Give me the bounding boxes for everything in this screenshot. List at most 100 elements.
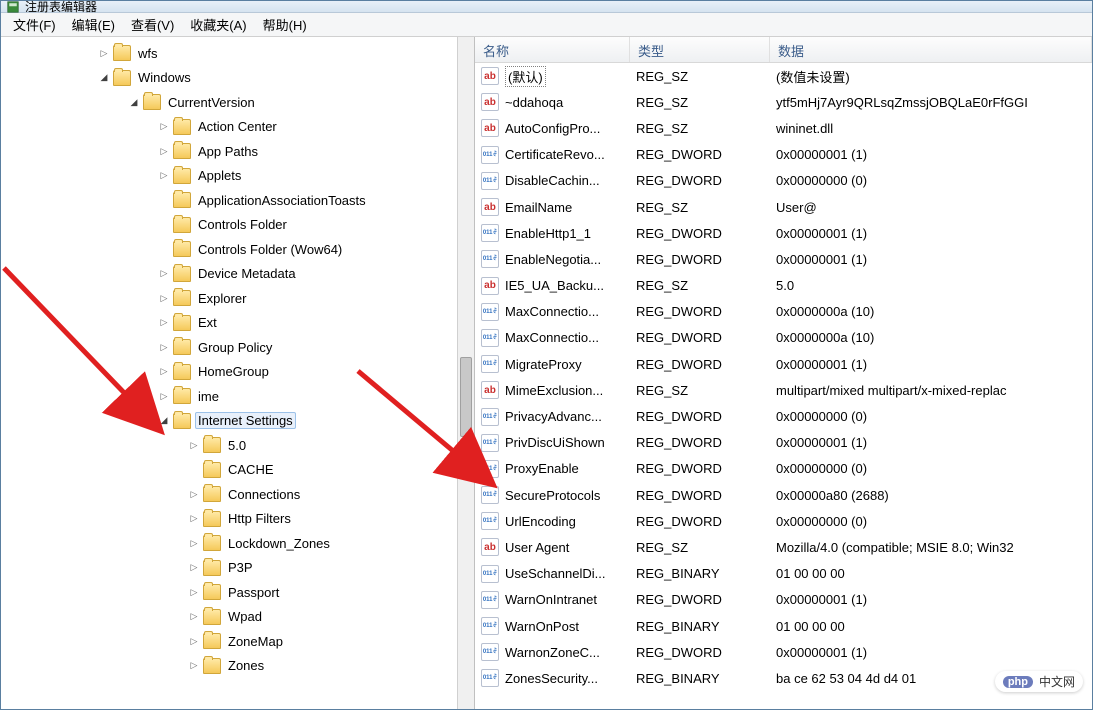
tree-item[interactable]: ◢Internet Settings	[7, 409, 474, 434]
list-row[interactable]: ~ddahoqaREG_SZytf5mHj7Ayr9QRLsqZmssjOBQL…	[475, 89, 1092, 115]
registry-editor-window: 注册表编辑器 文件(F) 编辑(E) 查看(V) 收藏夹(A) 帮助(H) ▷w…	[0, 0, 1093, 710]
tree-item[interactable]: ▷Connections	[7, 482, 474, 507]
collapse-icon[interactable]: ◢	[127, 95, 141, 109]
expand-icon[interactable]: ▷	[157, 267, 171, 281]
folder-icon	[203, 584, 221, 600]
reg-binary-icon	[481, 329, 499, 347]
list-row[interactable]: User AgentREG_SZMozilla/4.0 (compatible;…	[475, 534, 1092, 560]
tree-item[interactable]: ▷ZoneMap	[7, 629, 474, 654]
expand-icon[interactable]: ▷	[157, 316, 171, 330]
tree-item[interactable]: ▷HomeGroup	[7, 360, 474, 385]
list-row[interactable]: MimeExclusion...REG_SZmultipart/mixed mu…	[475, 377, 1092, 403]
folder-icon	[173, 119, 191, 135]
expand-icon[interactable]: ▷	[157, 340, 171, 354]
tree-item[interactable]: ▷Http Filters	[7, 507, 474, 532]
expand-icon[interactable]: ▷	[157, 291, 171, 305]
value-data: wininet.dll	[770, 115, 1092, 141]
folder-icon	[173, 192, 191, 208]
tree-item[interactable]: ▷Action Center	[7, 115, 474, 140]
list-row[interactable]: MigrateProxyREG_DWORD0x00000001 (1)	[475, 351, 1092, 377]
tree-item[interactable]: ▷Passport	[7, 580, 474, 605]
list-row[interactable]: CertificateRevo...REG_DWORD0x00000001 (1…	[475, 142, 1092, 168]
reg-string-icon	[481, 381, 499, 399]
tree-item[interactable]: ◢CurrentVersion	[7, 90, 474, 115]
tree-item[interactable]: ▷ime	[7, 384, 474, 409]
tree-item[interactable]: ▷Lockdown_Zones	[7, 531, 474, 556]
expand-icon[interactable]: ▷	[157, 169, 171, 183]
tree-item[interactable]: ▷Explorer	[7, 286, 474, 311]
list-row[interactable]: WarnonZoneC...REG_DWORD0x00000001 (1)	[475, 639, 1092, 665]
value-data: 0x00000001 (1)	[770, 430, 1092, 456]
reg-binary-icon	[481, 460, 499, 478]
expand-icon[interactable]: ▷	[157, 120, 171, 134]
list-row[interactable]: UseSchannelDi...REG_BINARY01 00 00 00	[475, 561, 1092, 587]
menu-edit[interactable]: 编辑(E)	[64, 13, 123, 36]
tree-item[interactable]: Controls Folder	[7, 213, 474, 238]
list-row[interactable]: AutoConfigPro...REG_SZwininet.dll	[475, 115, 1092, 141]
value-name: EnableHttp1_1	[505, 226, 591, 241]
list-row[interactable]: WarnOnIntranetREG_DWORD0x00000001 (1)	[475, 587, 1092, 613]
expand-icon[interactable]: ▷	[187, 536, 201, 550]
list-row[interactable]: UrlEncodingREG_DWORD0x00000000 (0)	[475, 508, 1092, 534]
tree-item[interactable]: ▷5.0	[7, 433, 474, 458]
list-row[interactable]: MaxConnectio...REG_DWORD0x0000000a (10)	[475, 325, 1092, 351]
collapse-icon[interactable]: ◢	[97, 71, 111, 85]
tree-item[interactable]: ▷Device Metadata	[7, 262, 474, 287]
expand-icon[interactable]: ▷	[187, 659, 201, 673]
tree-item[interactable]: CACHE	[7, 458, 474, 483]
expand-icon[interactable]: ▷	[187, 561, 201, 575]
tree-scrollbar[interactable]	[457, 37, 474, 709]
tree-item[interactable]: ▷App Paths	[7, 139, 474, 164]
tree-item[interactable]: ◢Windows	[7, 66, 474, 91]
tree-item[interactable]: ▷P3P	[7, 556, 474, 581]
list-row[interactable]: EnableNegotia...REG_DWORD0x00000001 (1)	[475, 246, 1092, 272]
titlebar[interactable]: 注册表编辑器	[1, 1, 1092, 13]
expand-icon[interactable]: ▷	[157, 144, 171, 158]
menu-file[interactable]: 文件(F)	[5, 13, 64, 36]
folder-icon	[203, 609, 221, 625]
list-row[interactable]: EmailNameREG_SZUser@	[475, 194, 1092, 220]
tree-item[interactable]: ▷wfs	[7, 41, 474, 66]
tree-item[interactable]: ▷Wpad	[7, 605, 474, 630]
list-row[interactable]: PrivDiscUiShownREG_DWORD0x00000001 (1)	[475, 430, 1092, 456]
tree-item[interactable]: ▷Applets	[7, 164, 474, 189]
expand-icon[interactable]: ▷	[187, 512, 201, 526]
reg-string-icon	[481, 198, 499, 216]
list-row[interactable]: (默认)REG_SZ(数值未设置)	[475, 63, 1092, 89]
list-row[interactable]: SecureProtocolsREG_DWORD0x00000a80 (2688…	[475, 482, 1092, 508]
menu-view[interactable]: 查看(V)	[123, 13, 182, 36]
list-row[interactable]: MaxConnectio...REG_DWORD0x0000000a (10)	[475, 299, 1092, 325]
list-row[interactable]: IE5_UA_Backu...REG_SZ5.0	[475, 273, 1092, 299]
value-name: WarnOnPost	[505, 619, 579, 634]
expand-icon[interactable]: ▷	[187, 634, 201, 648]
scrollbar-thumb[interactable]	[460, 357, 472, 437]
column-header-data[interactable]: 数据	[770, 37, 1092, 62]
list-row[interactable]: PrivacyAdvanc...REG_DWORD0x00000000 (0)	[475, 403, 1092, 429]
tree-item[interactable]: ▷Zones	[7, 654, 474, 679]
column-header-type[interactable]: 类型	[630, 37, 770, 62]
collapse-icon[interactable]: ◢	[157, 414, 171, 428]
list-row[interactable]: EnableHttp1_1REG_DWORD0x00000001 (1)	[475, 220, 1092, 246]
expand-icon[interactable]: ▷	[187, 487, 201, 501]
list-row[interactable]: DisableCachin...REG_DWORD0x00000000 (0)	[475, 168, 1092, 194]
list-row[interactable]: ProxyEnableREG_DWORD0x00000000 (0)	[475, 456, 1092, 482]
values-list[interactable]: (默认)REG_SZ(数值未设置)~ddahoqaREG_SZytf5mHj7A…	[475, 63, 1092, 692]
column-header-name[interactable]: 名称	[475, 37, 630, 62]
tree-item[interactable]: ApplicationAssociationToasts	[7, 188, 474, 213]
menubar: 文件(F) 编辑(E) 查看(V) 收藏夹(A) 帮助(H)	[1, 13, 1092, 37]
tree-item[interactable]: ▷Ext	[7, 311, 474, 336]
registry-tree[interactable]: ▷wfs◢Windows◢CurrentVersion▷Action Cente…	[1, 37, 474, 678]
expand-icon[interactable]: ▷	[97, 46, 111, 60]
menu-help[interactable]: 帮助(H)	[255, 13, 315, 36]
expand-icon[interactable]: ▷	[187, 438, 201, 452]
folder-icon	[173, 168, 191, 184]
content-area: ▷wfs◢Windows◢CurrentVersion▷Action Cente…	[1, 37, 1092, 709]
expand-icon[interactable]: ▷	[157, 389, 171, 403]
list-row[interactable]: WarnOnPostREG_BINARY01 00 00 00	[475, 613, 1092, 639]
expand-icon[interactable]: ▷	[187, 610, 201, 624]
tree-item[interactable]: ▷Group Policy	[7, 335, 474, 360]
menu-favorites[interactable]: 收藏夹(A)	[182, 13, 254, 36]
expand-icon[interactable]: ▷	[187, 585, 201, 599]
tree-item[interactable]: Controls Folder (Wow64)	[7, 237, 474, 262]
expand-icon[interactable]: ▷	[157, 365, 171, 379]
